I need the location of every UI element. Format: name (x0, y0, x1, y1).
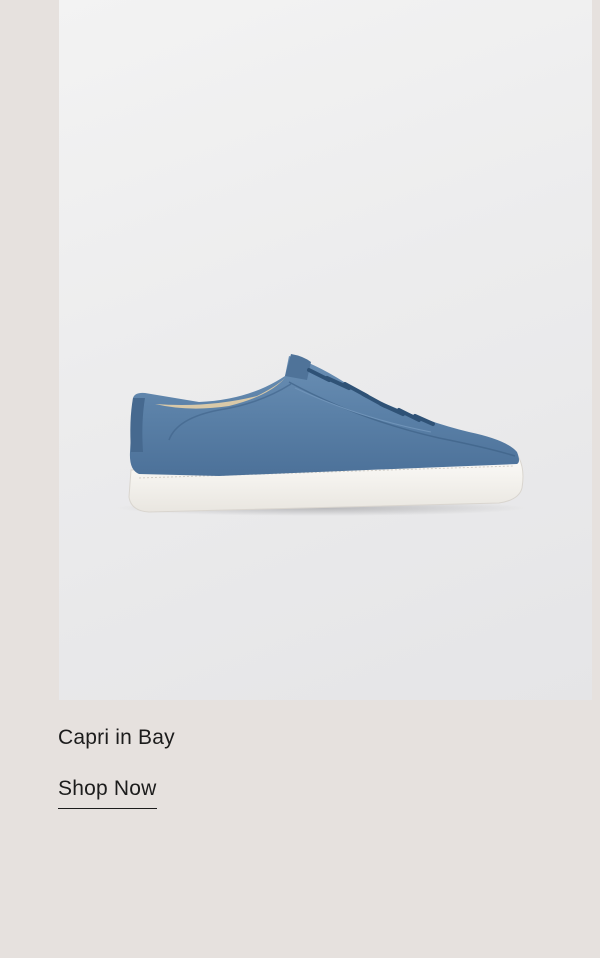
product-card: Capri in Bay Shop Now (0, 0, 600, 958)
shop-now-link[interactable]: Shop Now (58, 775, 157, 809)
product-image[interactable] (59, 0, 592, 700)
product-name: Capri in Bay (58, 726, 175, 749)
sneaker-illustration (116, 354, 526, 516)
